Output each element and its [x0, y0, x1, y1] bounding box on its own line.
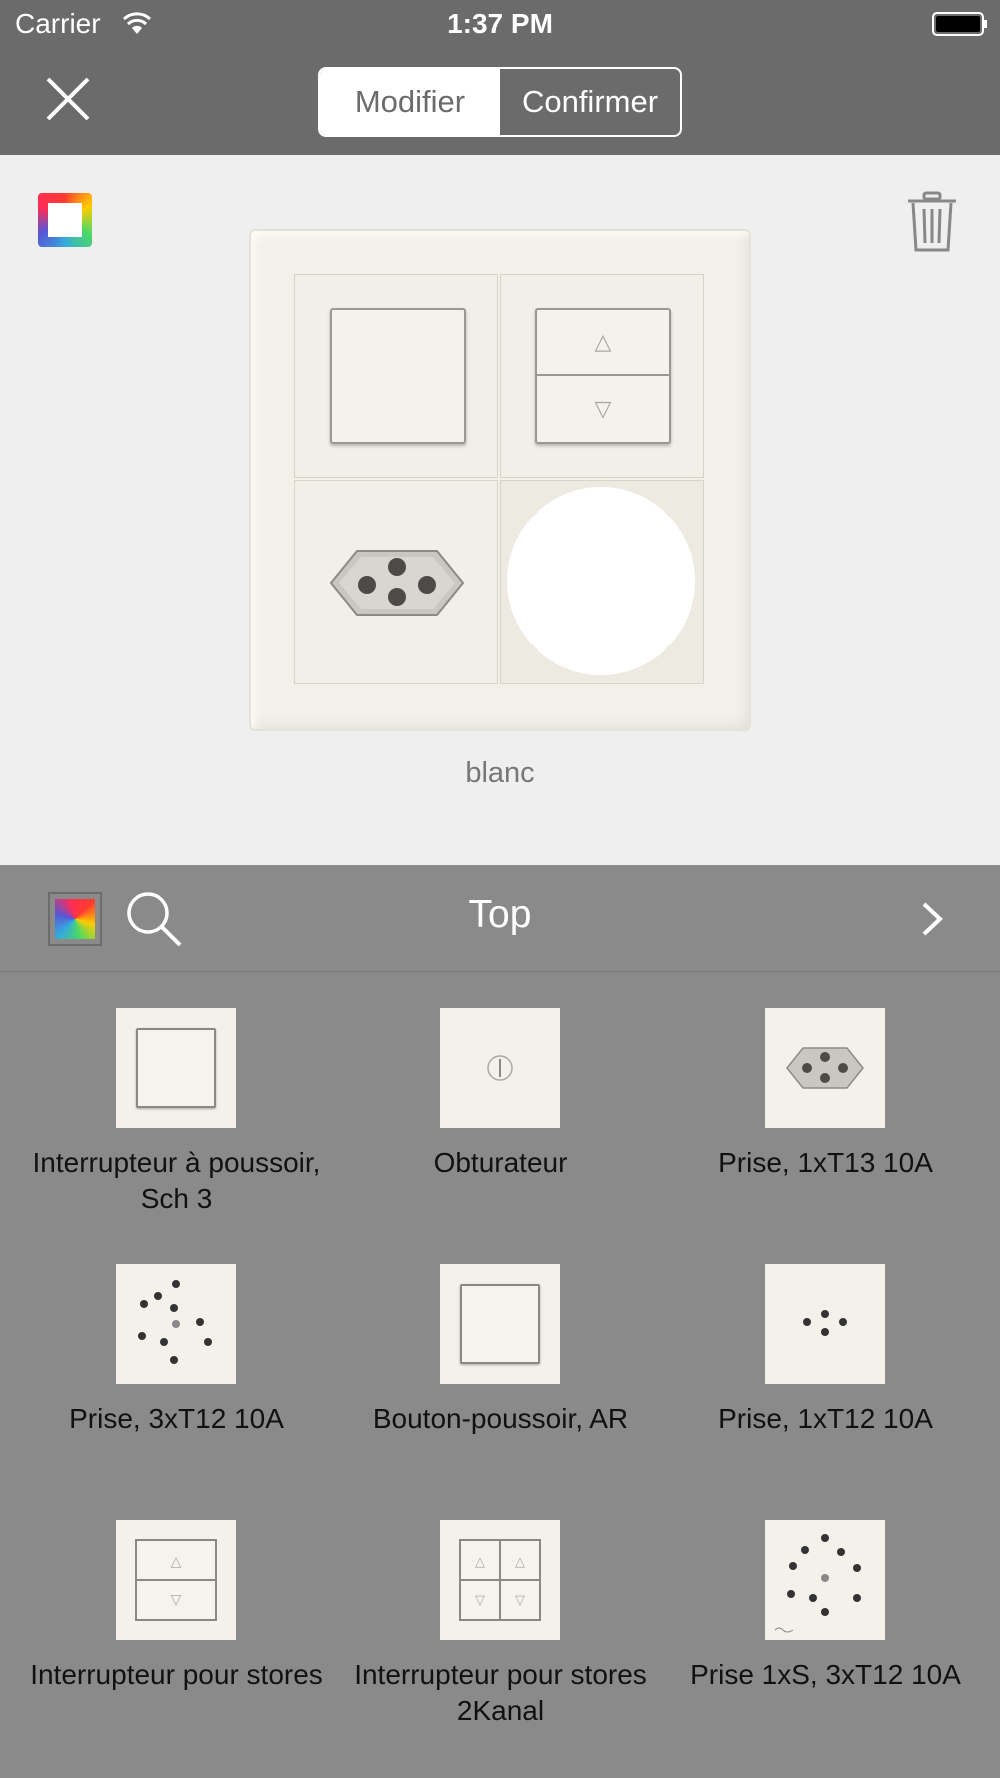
product-label: Interrupteur pour stores 2Kanal	[354, 1659, 647, 1726]
product-label: Prise 1xS, 3xT12 10A	[690, 1659, 961, 1690]
rocker-switch-module	[330, 308, 466, 444]
clock: 1:37 PM	[447, 8, 553, 39]
navigation-bar: Carrier 1:37 PM Modifier Confirmer	[0, 0, 1000, 155]
plate-slot-bottom-left[interactable]	[294, 480, 498, 684]
battery-icon	[932, 12, 987, 36]
product-item[interactable]: Bouton-poussoir, AR	[334, 1229, 667, 1485]
product-item[interactable]: Interrupteur à poussoir, Sch 3	[10, 973, 343, 1229]
empty-slot-opening	[507, 487, 695, 675]
plate-slot-empty[interactable]	[500, 480, 704, 684]
product-item[interactable]: Obturateur	[334, 973, 667, 1229]
svg-text:▽: ▽	[171, 1592, 182, 1608]
blind-switch-module: △ ▽	[535, 308, 671, 444]
chevron-right-icon[interactable]	[920, 901, 944, 937]
product-item[interactable]: Prise, 3xT12 10A	[10, 1229, 343, 1485]
blind-switch-thumbnail: △ ▽	[116, 1520, 236, 1640]
product-label: Prise, 1xT13 10A	[718, 1147, 933, 1178]
status-bar: Carrier 1:37 PM	[0, 0, 1000, 50]
plate-slot-top-right[interactable]: △ ▽	[500, 274, 704, 478]
product-item[interactable]: Prise, 1xT12 10A	[659, 1229, 992, 1485]
color-name-caption: blanc	[465, 757, 535, 789]
product-item[interactable]: △ ▽ Interrupteur pour stores	[10, 1485, 343, 1741]
mode-segmented-control: Modifier Confirmer	[318, 67, 682, 137]
product-label: Obturateur	[433, 1147, 568, 1178]
close-icon[interactable]	[44, 75, 92, 123]
product-item[interactable]: Prise, 1xT13 10A	[659, 973, 992, 1229]
switch-plate-preview[interactable]: △ ▽	[249, 229, 751, 731]
socket-module	[330, 550, 464, 616]
push-button-thumbnail	[440, 1264, 560, 1384]
rocker-switch-thumbnail	[116, 1008, 236, 1128]
svg-text:△: △	[515, 1555, 525, 1570]
segment-confirmer[interactable]: Confirmer	[500, 69, 680, 135]
svg-text:△: △	[171, 1554, 182, 1570]
category-title: Top	[468, 893, 532, 936]
up-arrow-icon: △	[537, 310, 669, 376]
product-item[interactable]: △ △ ▽ ▽ Interrupteur pour stores 2Kanal	[334, 1485, 667, 1741]
svg-text:▽: ▽	[475, 1593, 485, 1608]
product-label: Prise, 1xT12 10A	[718, 1403, 933, 1434]
socket-3xt12-thumbnail	[116, 1264, 236, 1384]
product-label: Bouton-poussoir, AR	[372, 1403, 629, 1434]
plate-preview-area: △ ▽ blanc	[0, 155, 1000, 865]
segment-modifier[interactable]: Modifier	[320, 69, 500, 135]
blind-switch-2ch-thumbnail: △ △ ▽ ▽	[440, 1520, 560, 1640]
trash-icon[interactable]	[906, 191, 958, 253]
blank-cover-thumbnail	[440, 1008, 560, 1128]
catalog-toolbar: Top	[0, 865, 1000, 972]
plate-slot-top-left[interactable]	[294, 274, 498, 478]
color-frame-icon[interactable]	[38, 193, 92, 247]
down-arrow-icon: ▽	[594, 396, 612, 421]
product-label: Prise, 3xT12 10A	[69, 1403, 284, 1434]
product-label: Interrupteur à poussoir, Sch 3	[32, 1147, 321, 1214]
product-grid: Interrupteur à poussoir, Sch 3 Obturateu…	[0, 973, 1000, 1778]
product-label: Interrupteur pour stores	[30, 1659, 323, 1690]
product-item[interactable]: Prise 1xS, 3xT12 10A	[659, 1485, 992, 1741]
socket-1xs-3xt12-thumbnail	[765, 1520, 885, 1640]
svg-text:△: △	[475, 1555, 485, 1570]
socket-t12-thumbnail	[765, 1264, 885, 1384]
svg-text:▽: ▽	[515, 1593, 525, 1608]
socket-t13-thumbnail	[765, 1008, 885, 1128]
